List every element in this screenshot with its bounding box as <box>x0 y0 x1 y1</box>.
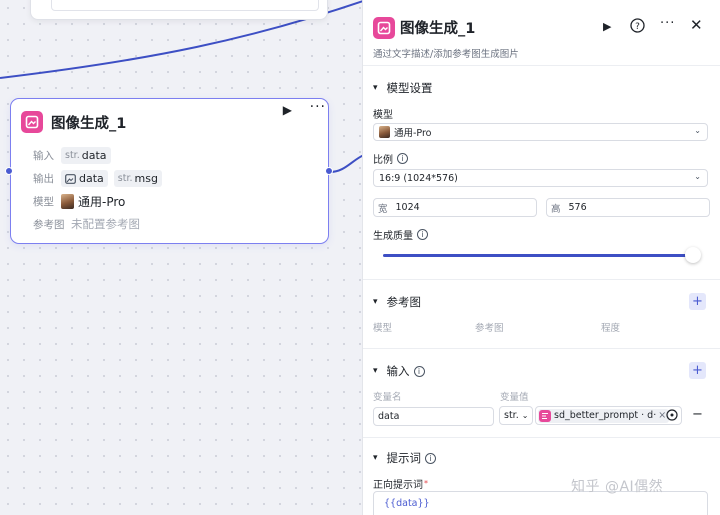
var-ref-tag: sd_better_prompt · d· × <box>538 408 670 423</box>
node-title: 图像生成_1 <box>51 115 127 132</box>
chevron-down-icon: ⌄ <box>521 411 529 420</box>
help-icon[interactable]: ? <box>630 18 645 37</box>
ref-col-degree: 程度 <box>601 323 621 334</box>
remove-input-icon[interactable]: − <box>692 407 703 422</box>
ref-section-header[interactable]: ▾ 参考图 <box>373 294 421 310</box>
node-input-port[interactable] <box>5 167 13 175</box>
chevron-down-icon: ⌄ <box>694 126 701 135</box>
chevron-down-icon: ▾ <box>373 83 378 93</box>
panel-header: 图像生成_1 ▶ ? ··· ✕ 通过文字描述/添加参考图生成图片 <box>363 0 720 66</box>
info-icon: i <box>425 452 437 464</box>
chevron-down-icon: ▾ <box>373 366 378 376</box>
var-ref-field[interactable]: sd_better_prompt · d· × <box>535 406 682 425</box>
divider <box>363 348 720 349</box>
node-config-panel: 图像生成_1 ▶ ? ··· ✕ 通过文字描述/添加参考图生成图片 ▾ 模型设置… <box>362 0 720 515</box>
add-input-button[interactable]: + <box>689 362 706 379</box>
input-section-header[interactable]: ▾ 输入 i <box>373 363 425 379</box>
var-name-header: 变量名 <box>373 392 402 403</box>
info-icon: i <box>397 153 408 164</box>
prompt-section-header[interactable]: ▾ 提示词 i <box>373 450 437 466</box>
watermark: 知乎 @AI偶然 <box>571 479 664 495</box>
node-output-tag-msg: str. msg <box>113 170 162 187</box>
panel-description: 通过文字描述/添加参考图生成图片 <box>373 49 519 60</box>
chevron-down-icon: ▾ <box>373 453 378 463</box>
model-label: 模型 <box>373 110 393 121</box>
svg-text:?: ? <box>635 22 640 32</box>
image-app-icon <box>373 17 395 39</box>
image-generation-node[interactable]: 图像生成_1 ▶ ··· 输入 str. data 输出 data str. msg… <box>10 98 329 244</box>
ref-col-image: 参考图 <box>475 323 504 334</box>
run-node-icon[interactable]: ▶ <box>283 103 292 117</box>
upstream-node[interactable]: — <box>30 0 328 20</box>
height-input[interactable]: 高 576 <box>546 198 710 217</box>
node-ref-value: 未配置参考图 <box>71 217 140 231</box>
close-icon[interactable]: ✕ <box>690 16 703 34</box>
remove-tag-icon[interactable]: × <box>658 410 666 421</box>
quality-slider[interactable] <box>383 247 701 264</box>
info-icon: i <box>413 365 425 377</box>
model-avatar <box>379 126 390 138</box>
chevron-down-icon: ▾ <box>373 297 378 307</box>
node-input-label: 输入 <box>33 150 54 162</box>
var-name-input[interactable]: data <box>373 407 494 426</box>
model-section-header[interactable]: ▾ 模型设置 <box>373 80 433 96</box>
ref-col-model: 模型 <box>373 323 393 334</box>
divider <box>363 437 720 438</box>
node-ref-label: 参考图 <box>33 218 65 231</box>
positive-prompt-label: 正向提示词 * <box>373 479 428 491</box>
image-type-icon <box>65 173 76 184</box>
node-model-label: 模型 <box>33 196 54 208</box>
more-icon[interactable]: ··· <box>660 16 675 31</box>
node-model-value: 通用-Pro <box>78 195 126 209</box>
model-avatar <box>61 194 74 209</box>
variable-picker-icon[interactable] <box>666 409 678 424</box>
ratio-label: 比例 i <box>373 151 408 166</box>
chevron-down-icon: ⌄ <box>694 172 701 181</box>
var-value-header: 变量值 <box>500 392 529 403</box>
node-output-tag-image: data <box>61 170 108 187</box>
width-input[interactable]: 宽 1024 <box>373 198 537 217</box>
node-input-tag: str. data <box>61 147 111 164</box>
node-more-icon[interactable]: ··· <box>310 99 326 115</box>
info-icon: i <box>417 229 428 240</box>
quality-slider-thumb[interactable] <box>685 247 701 263</box>
text-app-icon <box>539 409 551 422</box>
quality-slider-fill <box>383 254 693 257</box>
run-icon[interactable]: ▶ <box>603 20 611 33</box>
add-reference-button[interactable]: + <box>689 293 706 310</box>
node-output-label: 输出 <box>33 173 54 185</box>
model-select[interactable]: 通用-Pro ⌄ <box>373 123 708 141</box>
divider <box>363 279 720 280</box>
upstream-node-field[interactable] <box>51 0 319 11</box>
panel-title[interactable]: 图像生成_1 <box>400 17 475 38</box>
quality-label: 生成质量 i <box>373 227 428 242</box>
ratio-select[interactable]: 16:9 (1024*576) ⌄ <box>373 169 708 187</box>
node-output-port[interactable] <box>325 167 333 175</box>
image-app-icon <box>21 111 43 133</box>
var-type-select[interactable]: str. ⌄ <box>499 406 533 425</box>
